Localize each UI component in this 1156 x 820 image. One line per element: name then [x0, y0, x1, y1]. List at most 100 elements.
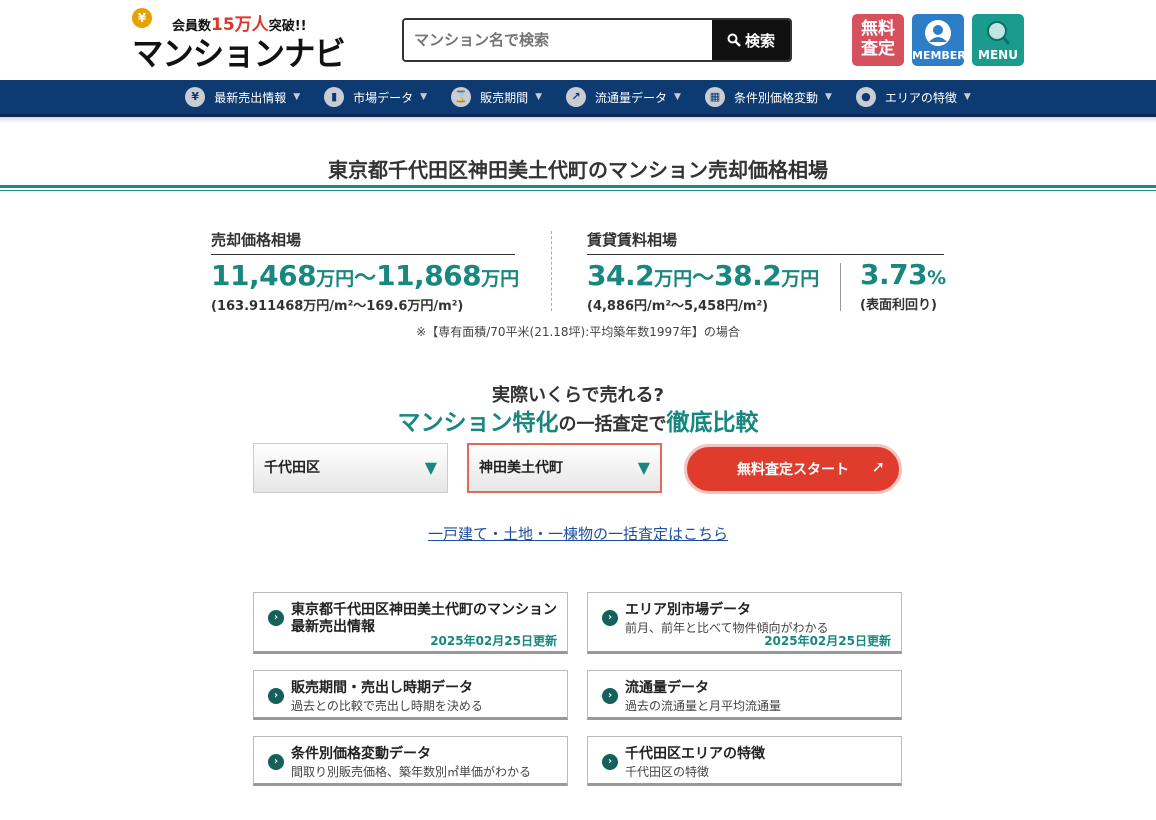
menu-label: MENU — [978, 48, 1018, 62]
sale-price-label: 売却価格相場 — [211, 229, 515, 255]
title-divider — [0, 185, 1156, 188]
nav-item-area-features[interactable]: ● エリアの特徴 ▼ — [844, 87, 983, 107]
search-button-label: 検索 — [744, 31, 775, 50]
member-label: MEMBER — [912, 49, 966, 62]
card-desc: 過去との比較で売出し時期を決める — [291, 699, 483, 713]
chevron-right-icon: › — [602, 754, 618, 770]
member-count-tagline: ¥ 会員数15万人突破!! — [132, 8, 307, 35]
unit: 万円 — [654, 268, 693, 290]
card-title: 販売期間・売出し時期データ — [291, 680, 473, 696]
triangle-down-icon: ▼ — [424, 458, 437, 477]
card-area-features[interactable]: › 千代田区エリアの特徴 千代田区の特徴 — [587, 736, 902, 786]
start-assessment-button[interactable]: 無料査定スタート ➚ — [684, 444, 902, 494]
yen-icon: ¥ — [185, 87, 206, 107]
member-button[interactable]: MEMBER — [912, 14, 966, 66]
caret-down-icon: ▼ — [535, 92, 542, 102]
free-assessment-button[interactable]: 無料 査定 — [852, 14, 904, 66]
yen-icon: ¥ — [132, 8, 152, 28]
title-divider-thin — [0, 190, 1156, 191]
card-title: 最新売出情報 — [291, 619, 375, 635]
assess-line1: 無料 — [861, 19, 895, 39]
conditions-footnote: ※【専有面積/70平米(21.18坪):平均築年数1997年】の場合 — [416, 325, 740, 339]
unit: 万円 — [316, 268, 355, 290]
cta-em1: マンション特化 — [397, 410, 559, 436]
card-price-by-condition[interactable]: › 条件別価格変動データ 間取り別販売価格、築年数別㎡単価がわかる — [253, 736, 568, 786]
caret-down-icon: ▼ — [824, 92, 832, 102]
cta-mid: の一括査定で — [558, 414, 667, 435]
cta-headline: マンション特化の一括査定で徹底比較 — [0, 403, 1156, 437]
sale-low: 11,468 — [211, 259, 317, 292]
chevron-right-icon: › — [268, 610, 284, 626]
yield-value-row: 3.73% — [860, 258, 946, 291]
card-desc: 間取り別販売価格、築年数別㎡単価がわかる — [291, 765, 532, 779]
nav-item-price-by-condition[interactable]: ▦ 条件別価格変動 ▼ — [693, 87, 844, 107]
menu-button[interactable]: MENU — [972, 14, 1024, 66]
sale-price-range: 11,468万円〜11,868万円 — [211, 259, 519, 292]
chevron-right-icon: › — [602, 610, 618, 626]
tilde: 〜 — [692, 266, 715, 291]
unit: 万円 — [781, 268, 820, 290]
town-select-value: 神田美土代町 — [479, 460, 563, 476]
sale-price-section: 売却価格相場 11,468万円〜11,868万円 (163.911468万円/m… — [211, 229, 519, 314]
magnifier-icon — [987, 21, 1011, 45]
tilde: 〜 — [354, 266, 377, 291]
trend-icon: ↗ — [566, 87, 586, 107]
nav-item-volume-data[interactable]: ↗ 流通量データ ▼ — [554, 87, 693, 107]
nav-label: 最新売出情報 — [214, 90, 287, 105]
hourglass-icon: ⌛ — [451, 87, 472, 107]
search-button[interactable]: 検索 — [712, 20, 790, 60]
nav-item-latest-listings[interactable]: ¥ 最新売出情報 ▼ — [173, 87, 312, 107]
caret-down-icon: ▼ — [293, 92, 301, 102]
bar-chart-icon: ▮ — [324, 87, 345, 107]
card-title: 千代田区エリアの特徴 — [625, 746, 765, 762]
nav-label: 市場データ — [353, 90, 414, 105]
nav-shadow — [0, 117, 1156, 123]
yield-divider — [840, 263, 841, 311]
town-select[interactable]: 神田美土代町 ▼ — [467, 443, 662, 493]
card-title: 東京都千代田区神田美土代町のマンション — [291, 602, 557, 618]
grid-icon: ▦ — [704, 87, 725, 107]
ward-select-value: 千代田区 — [264, 460, 320, 476]
card-desc: 千代田区の特徴 — [625, 765, 710, 779]
card-sales-period[interactable]: › 販売期間・売出し時期データ 過去との比較で売出し時期を決める — [253, 670, 568, 720]
yield-value: 3.73 — [860, 258, 928, 291]
sale-per-sqm: (163.911468万円/m²〜169.6万円/m²) — [211, 299, 464, 314]
chevron-right-icon: › — [268, 754, 284, 770]
card-desc: 過去の流通量と月平均流通量 — [625, 699, 782, 713]
chevron-right-icon: › — [268, 688, 284, 704]
card-updated: 2025年02月25日更新 — [764, 634, 891, 648]
tagline-number: 15万人 — [211, 15, 269, 35]
search-icon — [727, 33, 741, 47]
start-button-label: 無料査定スタート — [737, 462, 849, 478]
card-title: 流通量データ — [625, 680, 709, 696]
ward-select[interactable]: 千代田区 ▼ — [253, 443, 448, 493]
yield-unit: % — [927, 267, 947, 289]
nav-label: 条件別価格変動 — [733, 90, 818, 105]
card-title: 条件別価格変動データ — [291, 746, 431, 762]
nav-label: 販売期間 — [480, 90, 529, 105]
caret-down-icon: ▼ — [420, 92, 428, 102]
card-updated: 2025年02月25日更新 — [430, 634, 557, 648]
card-volume-data[interactable]: › 流通量データ 過去の流通量と月平均流通量 — [587, 670, 902, 720]
site-header: ¥ 会員数15万人突破!! マンションナビ 検索 無料 査定 MEMBER ME… — [0, 0, 1156, 80]
yield-label: (表面利回り) — [860, 298, 937, 313]
triangle-down-icon: ▼ — [637, 458, 650, 477]
nav-item-sales-period[interactable]: ⌛ 販売期間 ▼ — [439, 87, 554, 107]
search-box: 検索 — [402, 18, 792, 62]
tagline-prefix: 会員数 — [172, 19, 212, 34]
search-input[interactable] — [404, 20, 714, 60]
rent-price-label: 賃貸賃料相場 — [587, 229, 944, 255]
rent-low: 34.2 — [587, 259, 655, 292]
card-latest-listings[interactable]: › 東京都千代田区神田美土代町のマンション 最新売出情報 2025年02月25日… — [253, 592, 568, 654]
nav-item-market-data[interactable]: ▮ 市場データ ▼ — [312, 87, 439, 107]
house-land-assessment-link[interactable]: 一戸建て・土地・一棟物の一括査定はこちら — [0, 523, 1156, 544]
page-title: 東京都千代田区神田美土代町のマンション売却価格相場 — [328, 158, 828, 182]
rent-high: 38.2 — [714, 259, 782, 292]
caret-down-icon: ▼ — [674, 92, 681, 102]
logo-wordmark: マンションナビ — [132, 34, 346, 73]
unit: 万円 — [481, 268, 520, 290]
map-pin-icon: ● — [855, 87, 876, 107]
chevron-right-icon: › — [602, 688, 618, 704]
site-logo[interactable]: ¥ 会員数15万人突破!! マンションナビ — [132, 8, 346, 73]
card-area-market-data[interactable]: › エリア別市場データ 前月、前年と比べて物件傾向がわかる 2025年02月25… — [587, 592, 902, 654]
